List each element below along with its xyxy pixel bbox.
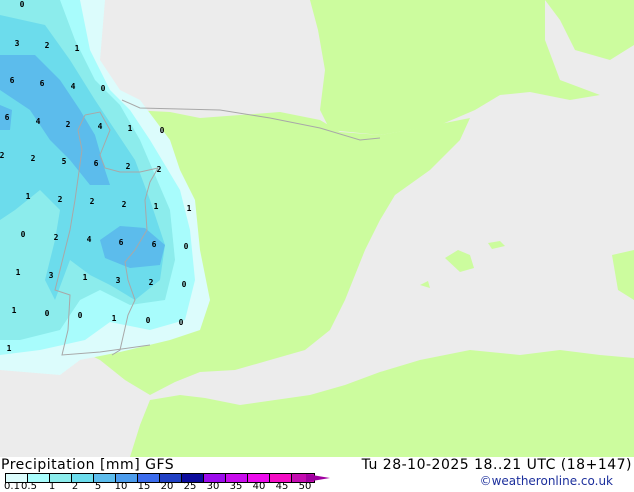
value-label: 0: [182, 280, 187, 289]
value-label: 4: [98, 122, 103, 131]
value-label: 1: [75, 44, 80, 53]
value-label: 2: [149, 278, 154, 287]
value-label: 2: [45, 41, 50, 50]
legend: Precipitation [mm] GFS Tu 28-10-2025 18.…: [0, 457, 634, 492]
value-label: 0: [45, 309, 50, 318]
scale-tick-label: 40: [252, 481, 266, 492]
value-label: 1: [12, 306, 17, 315]
value-label: 6: [119, 238, 124, 247]
scale-tick-label: 10: [114, 481, 128, 492]
value-label: 6: [5, 113, 10, 122]
value-label: 2: [90, 197, 95, 206]
value-label: 3: [15, 39, 20, 48]
value-label: 1: [187, 204, 192, 213]
value-label: 0: [160, 126, 165, 135]
scale-tick-label: 0.5: [21, 481, 37, 492]
scale-tick-label: 1: [48, 481, 56, 492]
value-label: 6: [40, 79, 45, 88]
scale-tick-label: 45: [275, 481, 289, 492]
value-label: 4: [36, 117, 41, 126]
value-label: 2: [126, 162, 131, 171]
value-label: 3: [116, 276, 121, 285]
scale-tick-label: 0.1: [4, 481, 20, 492]
value-label: 1: [128, 124, 133, 133]
value-label: 2: [58, 195, 63, 204]
value-label: 0: [101, 84, 106, 93]
value-label: 0: [179, 318, 184, 327]
value-label: 1: [26, 192, 31, 201]
scale-tick-label: 50: [298, 481, 312, 492]
scale-tick-label: 35: [229, 481, 243, 492]
value-label: 5: [62, 157, 67, 166]
value-label: 0: [20, 0, 25, 9]
value-label: 2: [122, 200, 127, 209]
value-label: 2: [54, 233, 59, 242]
value-label: 1: [83, 273, 88, 282]
value-label: 0: [78, 311, 83, 320]
value-label: 2: [157, 165, 162, 174]
precipitation-map: 0 3 2 1 6 6 4 0 6 4 2 4 1 0 2 2 5 6 2 2 1 2 2 2 1 1 0 2 4 6 6 0 1 3 1 3 2 0 1 0…: [0, 0, 634, 457]
value-label: 1: [154, 202, 159, 211]
value-label: 1: [16, 268, 21, 277]
value-label: 4: [87, 235, 92, 244]
scale-tick-label: 5: [94, 481, 102, 492]
scale-tick-label: 25: [183, 481, 197, 492]
value-label: 6: [152, 240, 157, 249]
value-label: 2: [0, 151, 5, 160]
legend-title: Precipitation [mm] GFS: [1, 457, 175, 473]
scale-tick-label: 15: [137, 481, 151, 492]
value-label: 6: [10, 76, 15, 85]
value-label: 2: [66, 120, 71, 129]
credit-link[interactable]: ©weatheronline.co.uk: [480, 474, 613, 488]
value-label: 2: [31, 154, 36, 163]
scale-tick-label: 2: [71, 481, 79, 492]
value-label: 4: [71, 82, 76, 91]
value-label: 6: [94, 159, 99, 168]
value-label: 1: [7, 344, 12, 353]
value-label: 1: [112, 314, 117, 323]
value-label: 3: [49, 271, 54, 280]
value-label: 0: [21, 230, 26, 239]
forecast-datetime: Tu 28-10-2025 18..21 UTC (18+147): [361, 457, 632, 473]
value-label: 0: [146, 316, 151, 325]
scale-tick-label: 30: [206, 481, 220, 492]
scale-tick-label: 20: [160, 481, 174, 492]
value-label: 0: [184, 242, 189, 251]
